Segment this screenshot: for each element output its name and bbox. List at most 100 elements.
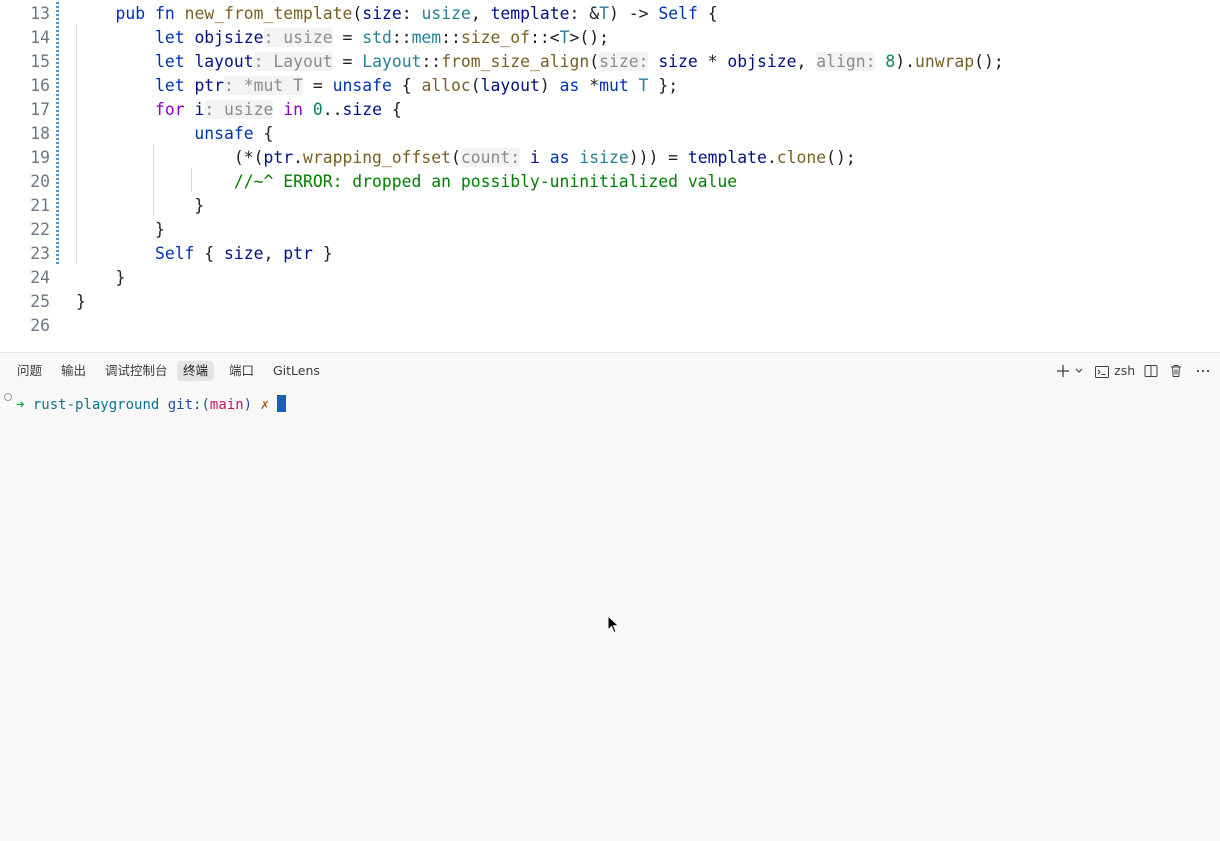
code-token: ::< [530,28,560,47]
code-line[interactable]: 25} [0,290,1220,314]
code-text: (*(ptr.wrapping_offset(count: i as isize… [0,146,856,170]
code-token: ) [539,76,560,95]
terminal-prompt: ➜ rust-playground git:(main) ✗ [16,395,287,415]
more-actions-button[interactable] [1195,362,1211,380]
tab-output[interactable]: 输出 [55,361,92,381]
code-token: 8 [885,52,896,71]
code-token: }; [648,76,679,95]
prompt-git-label: git: [167,397,202,413]
code-line[interactable]: 24 } [0,266,1220,290]
code-token: let [154,76,185,95]
code-line[interactable]: 26 [0,314,1220,338]
code-token: ptr [194,76,225,95]
code-token: ( [352,4,363,23]
inlay-hint: : *mut T [224,76,303,95]
tab-debug-console[interactable]: 调试控制台 [99,361,174,381]
prompt-dirty-mark: ✗ [260,397,269,413]
inlay-hint: : usize [204,100,274,119]
chevron-down-icon [1075,368,1083,373]
new-terminal-button[interactable] [1055,362,1071,380]
terminal-instance-zsh[interactable]: zsh [1094,362,1135,380]
code-token: objsize [727,52,797,71]
code-line[interactable]: 23 Self { size, ptr } [0,242,1220,266]
code-token: alloc [421,76,471,95]
code-token: (); [826,148,856,167]
code-token: { [391,76,422,95]
code-token: * [579,76,600,95]
code-token: , [263,244,284,263]
code-token: layout [480,76,540,95]
code-token: Layout [362,52,422,71]
plus-icon [1057,364,1069,377]
terminal-cursor [277,395,287,412]
code-line[interactable]: 21 } [0,194,1220,218]
code-token: { [194,244,225,263]
code-editor[interactable]: 13 pub fn new_from_template(size: usize,… [0,0,1220,352]
code-line[interactable]: 14 let objsize: usize = std::mem::size_o… [0,26,1220,50]
code-line[interactable]: 13 pub fn new_from_template(size: usize,… [0,2,1220,26]
code-token: } [76,220,165,239]
inlay-hint: : usize [263,28,333,47]
code-line[interactable]: 19 (*(ptr.wrapping_offset(count: i as is… [0,146,1220,170]
code-token: ) -> [609,4,659,23]
code-token: template [687,148,767,167]
code-line[interactable]: 18 unsafe { [0,122,1220,146]
tab-ports[interactable]: 端口 [223,361,260,381]
code-text: Self { size, ptr } [0,242,333,266]
code-token: ). [895,52,915,71]
code-token: as [549,148,570,167]
split-icon [1144,364,1158,377]
code-token: pub [115,4,146,23]
terminal-area[interactable]: ➜ rust-playground git:(main) ✗ [0,387,1220,841]
code-line[interactable]: 20 //~^ ERROR: dropped an possibly-unini… [0,170,1220,194]
tab-gitlens[interactable]: GitLens [267,361,326,381]
code-line[interactable]: 15 let layout: Layout = Layout::from_siz… [0,50,1220,74]
inlay-hint: align: [816,52,876,71]
code-token: Self [154,244,195,263]
code-token: ( [589,52,600,71]
code-text: } [0,266,125,290]
terminal-profiles-button[interactable] [1074,362,1084,380]
panel-tab-bar: 问题 输出 调试控制台 终端 端口 GitLens zsh [0,353,1220,387]
code-token: . [766,148,777,167]
code-text: } [0,218,165,242]
prompt-branch-close: ) [243,397,253,413]
tab-terminal[interactable]: 终端 [177,361,215,381]
code-token: , [796,52,817,71]
prompt-branch: main [209,397,244,413]
code-token: size [362,4,402,23]
code-token: template [490,4,570,23]
code-text: } [0,194,204,218]
split-terminal-button[interactable] [1143,362,1159,380]
code-token: i [194,100,205,119]
code-token: unsafe [332,76,392,95]
code-line[interactable]: 16 let ptr: *mut T = unsafe { alloc(layo… [0,74,1220,98]
code-text: } [0,290,86,314]
shell-name-label: zsh [1114,363,1136,378]
code-token: wrapping_offset [302,148,452,167]
kill-terminal-button[interactable] [1168,362,1184,380]
code-token: :: [441,28,461,47]
code-line[interactable]: 17 for i: usize in 0..size { [0,98,1220,122]
code-token: size [658,52,698,71]
code-line[interactable]: 22 } [0,218,1220,242]
code-token: i [529,148,540,167]
tab-problems[interactable]: 问题 [11,361,48,381]
code-token: size_of [460,28,530,47]
code-token: :: [421,52,442,71]
